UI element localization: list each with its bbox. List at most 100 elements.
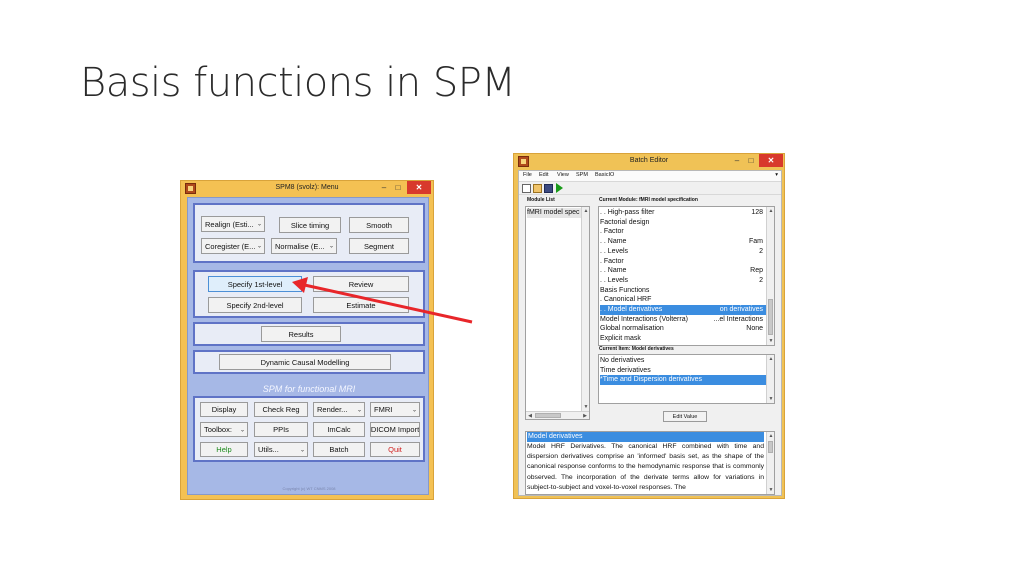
help-text-panel[interactable]: Model derivatives Model HRF Derivatives.… <box>525 431 775 495</box>
module-field-label: Model Interactions (Volterra) <box>600 315 688 323</box>
item-option[interactable]: No derivatives <box>600 356 767 366</box>
spm-menu-body: Realign (Esti... ⌄ Slice timing Smooth C… <box>187 197 429 495</box>
menu-file[interactable]: File <box>523 172 532 178</box>
current-module-list[interactable]: . . High-pass filter 128 Factorial design.… <box>598 206 775 346</box>
estimate-button[interactable]: Estimate <box>313 297 409 313</box>
module-field-row[interactable]: . Canonical HRF <box>600 295 767 305</box>
check-reg-button[interactable]: Check Reg <box>254 402 308 417</box>
current-item-label: Current Item: Model derivatives <box>599 346 674 352</box>
module-field-label: Basis Functions <box>600 286 650 294</box>
dcm-button[interactable]: Dynamic Causal Modelling <box>219 354 391 370</box>
module-field-row[interactable]: . . High-pass filter 128 <box>600 208 767 218</box>
chevron-down-icon: ⌄ <box>356 407 362 413</box>
menu-spm[interactable]: SPM <box>576 172 588 178</box>
smooth-button[interactable]: Smooth <box>349 217 409 233</box>
scroll-down-icon[interactable]: ▼ <box>767 486 774 494</box>
quit-button[interactable]: Quit <box>370 442 420 457</box>
normalise-dropdown[interactable]: Normalise (E... ⌄ <box>271 238 337 254</box>
chevron-down-icon: ⌄ <box>256 221 262 228</box>
copyright-text: Copyright (c) WT CNMS 2008 <box>282 486 336 491</box>
current-item-list[interactable]: No derivatives Time derivatives *Time an… <box>598 354 775 404</box>
fmri-dropdown[interactable]: FMRI ⌄ <box>370 402 420 417</box>
minimize-button[interactable]: – <box>730 154 744 167</box>
module-list-hscroll[interactable]: ◀ ▶ <box>526 411 589 419</box>
current-item-vscroll[interactable]: ▲ ▼ <box>766 355 774 403</box>
batch-titlebar[interactable]: Batch Editor – □ ✕ <box>514 154 784 170</box>
realign-dropdown[interactable]: Realign (Esti... ⌄ <box>201 216 265 232</box>
scroll-down-icon[interactable]: ▼ <box>767 337 774 345</box>
module-field-row[interactable]: . . Levels 2 <box>600 276 767 286</box>
specify-1st-level-button[interactable]: Specify 1st-level <box>208 276 302 292</box>
chevron-down-icon: ⌄ <box>411 407 417 413</box>
vscroll-thumb[interactable] <box>768 441 773 453</box>
module-field-row[interactable]: . . Name Rep <box>600 266 767 276</box>
scroll-down-icon[interactable]: ▼ <box>767 395 774 403</box>
module-field-row[interactable]: . Factor <box>600 227 767 237</box>
ppis-button[interactable]: PPIs <box>254 422 308 437</box>
imcalc-button[interactable]: ImCalc <box>313 422 365 437</box>
module-field-row[interactable]: Factorial design <box>600 218 767 228</box>
specify-2nd-level-button[interactable]: Specify 2nd-level <box>208 297 302 313</box>
menu-view[interactable]: View <box>557 172 569 178</box>
render-label: Render... <box>317 405 348 414</box>
module-field-value: ...el Interactions <box>713 315 763 323</box>
module-list-vscroll[interactable]: ▲ ▼ <box>581 207 589 411</box>
menu-basicio[interactable]: BasicIO <box>595 172 614 178</box>
batch-toolbar <box>519 182 781 195</box>
minimize-button[interactable]: – <box>377 181 391 194</box>
display-button[interactable]: Display <box>200 402 248 417</box>
help-vscroll[interactable]: ▲ ▼ <box>766 432 774 494</box>
scroll-left-icon[interactable]: ◀ <box>526 412 534 419</box>
module-list-item[interactable]: fMRI model spec <box>527 208 581 218</box>
item-option-selected[interactable]: *Time and Dispersion derivatives <box>600 375 767 386</box>
module-field-row[interactable]: Model Interactions (Volterra) ...el Inter… <box>600 315 767 325</box>
module-field-row[interactable]: . . Levels 2 <box>600 247 767 257</box>
module-field-row[interactable]: Explicit mask <box>600 334 767 344</box>
vscroll-thumb[interactable] <box>768 299 773 335</box>
menu-edit[interactable]: Edit <box>539 172 548 178</box>
new-file-icon[interactable] <box>522 184 531 193</box>
render-dropdown[interactable]: Render... ⌄ <box>313 402 365 417</box>
help-button[interactable]: Help <box>200 442 248 457</box>
maximize-button[interactable]: □ <box>744 154 758 167</box>
run-icon[interactable] <box>556 183 563 193</box>
menu-overflow-icon[interactable]: ▾ <box>775 172 778 178</box>
model-panel: Specify 1st-level Review Specify 2nd-lev… <box>193 270 425 318</box>
scroll-up-icon[interactable]: ▲ <box>767 432 774 440</box>
module-field-row[interactable]: . . Name Fam <box>600 237 767 247</box>
results-button[interactable]: Results <box>261 326 341 342</box>
scroll-up-icon[interactable]: ▲ <box>767 355 774 363</box>
utils-dropdown[interactable]: Utils... ⌄ <box>254 442 308 457</box>
module-field-row[interactable]: Global normalisation None <box>600 324 767 334</box>
coregister-label: Coregister (E... <box>205 241 256 251</box>
coregister-dropdown[interactable]: Coregister (E... ⌄ <box>201 238 265 254</box>
module-field-row[interactable]: Basis Functions <box>600 286 767 296</box>
module-list-label: Module List <box>527 197 555 203</box>
hscroll-thumb[interactable] <box>535 413 561 418</box>
module-field-row[interactable]: . Factor <box>600 257 767 267</box>
module-list[interactable]: fMRI model spec ▲ ▼ ◀ ▶ <box>525 206 590 420</box>
toolbox-dropdown[interactable]: Toolbox: ⌄ <box>200 422 248 437</box>
close-button[interactable]: ✕ <box>407 181 431 194</box>
spm-titlebar[interactable]: SPM8 (svolz): Menu – □ ✕ <box>181 181 433 197</box>
item-option[interactable]: Time derivatives <box>600 366 767 376</box>
scroll-up-icon[interactable]: ▲ <box>767 207 774 215</box>
batch-button[interactable]: Batch <box>313 442 365 457</box>
dicom-import-button[interactable]: DICOM Import <box>370 422 420 437</box>
close-button[interactable]: ✕ <box>759 154 783 167</box>
scroll-down-icon[interactable]: ▼ <box>582 403 589 411</box>
scroll-up-icon[interactable]: ▲ <box>582 207 589 215</box>
current-module-vscroll[interactable]: ▲ ▼ <box>766 207 774 345</box>
utils-label: Utils... <box>258 445 279 454</box>
edit-value-button[interactable]: Edit Value <box>663 411 707 422</box>
review-button[interactable]: Review <box>313 276 409 292</box>
open-folder-icon[interactable] <box>533 184 542 193</box>
maximize-button[interactable]: □ <box>391 181 405 194</box>
module-field-label: . Canonical HRF <box>600 296 652 304</box>
save-icon[interactable] <box>544 184 553 193</box>
segment-button[interactable]: Segment <box>349 238 409 254</box>
scroll-right-icon[interactable]: ▶ <box>581 412 589 419</box>
module-field-row[interactable]: . . Model derivatives on derivatives <box>600 305 767 315</box>
slice-timing-button[interactable]: Slice timing <box>279 217 341 233</box>
module-field-label: . . Name <box>600 267 627 275</box>
